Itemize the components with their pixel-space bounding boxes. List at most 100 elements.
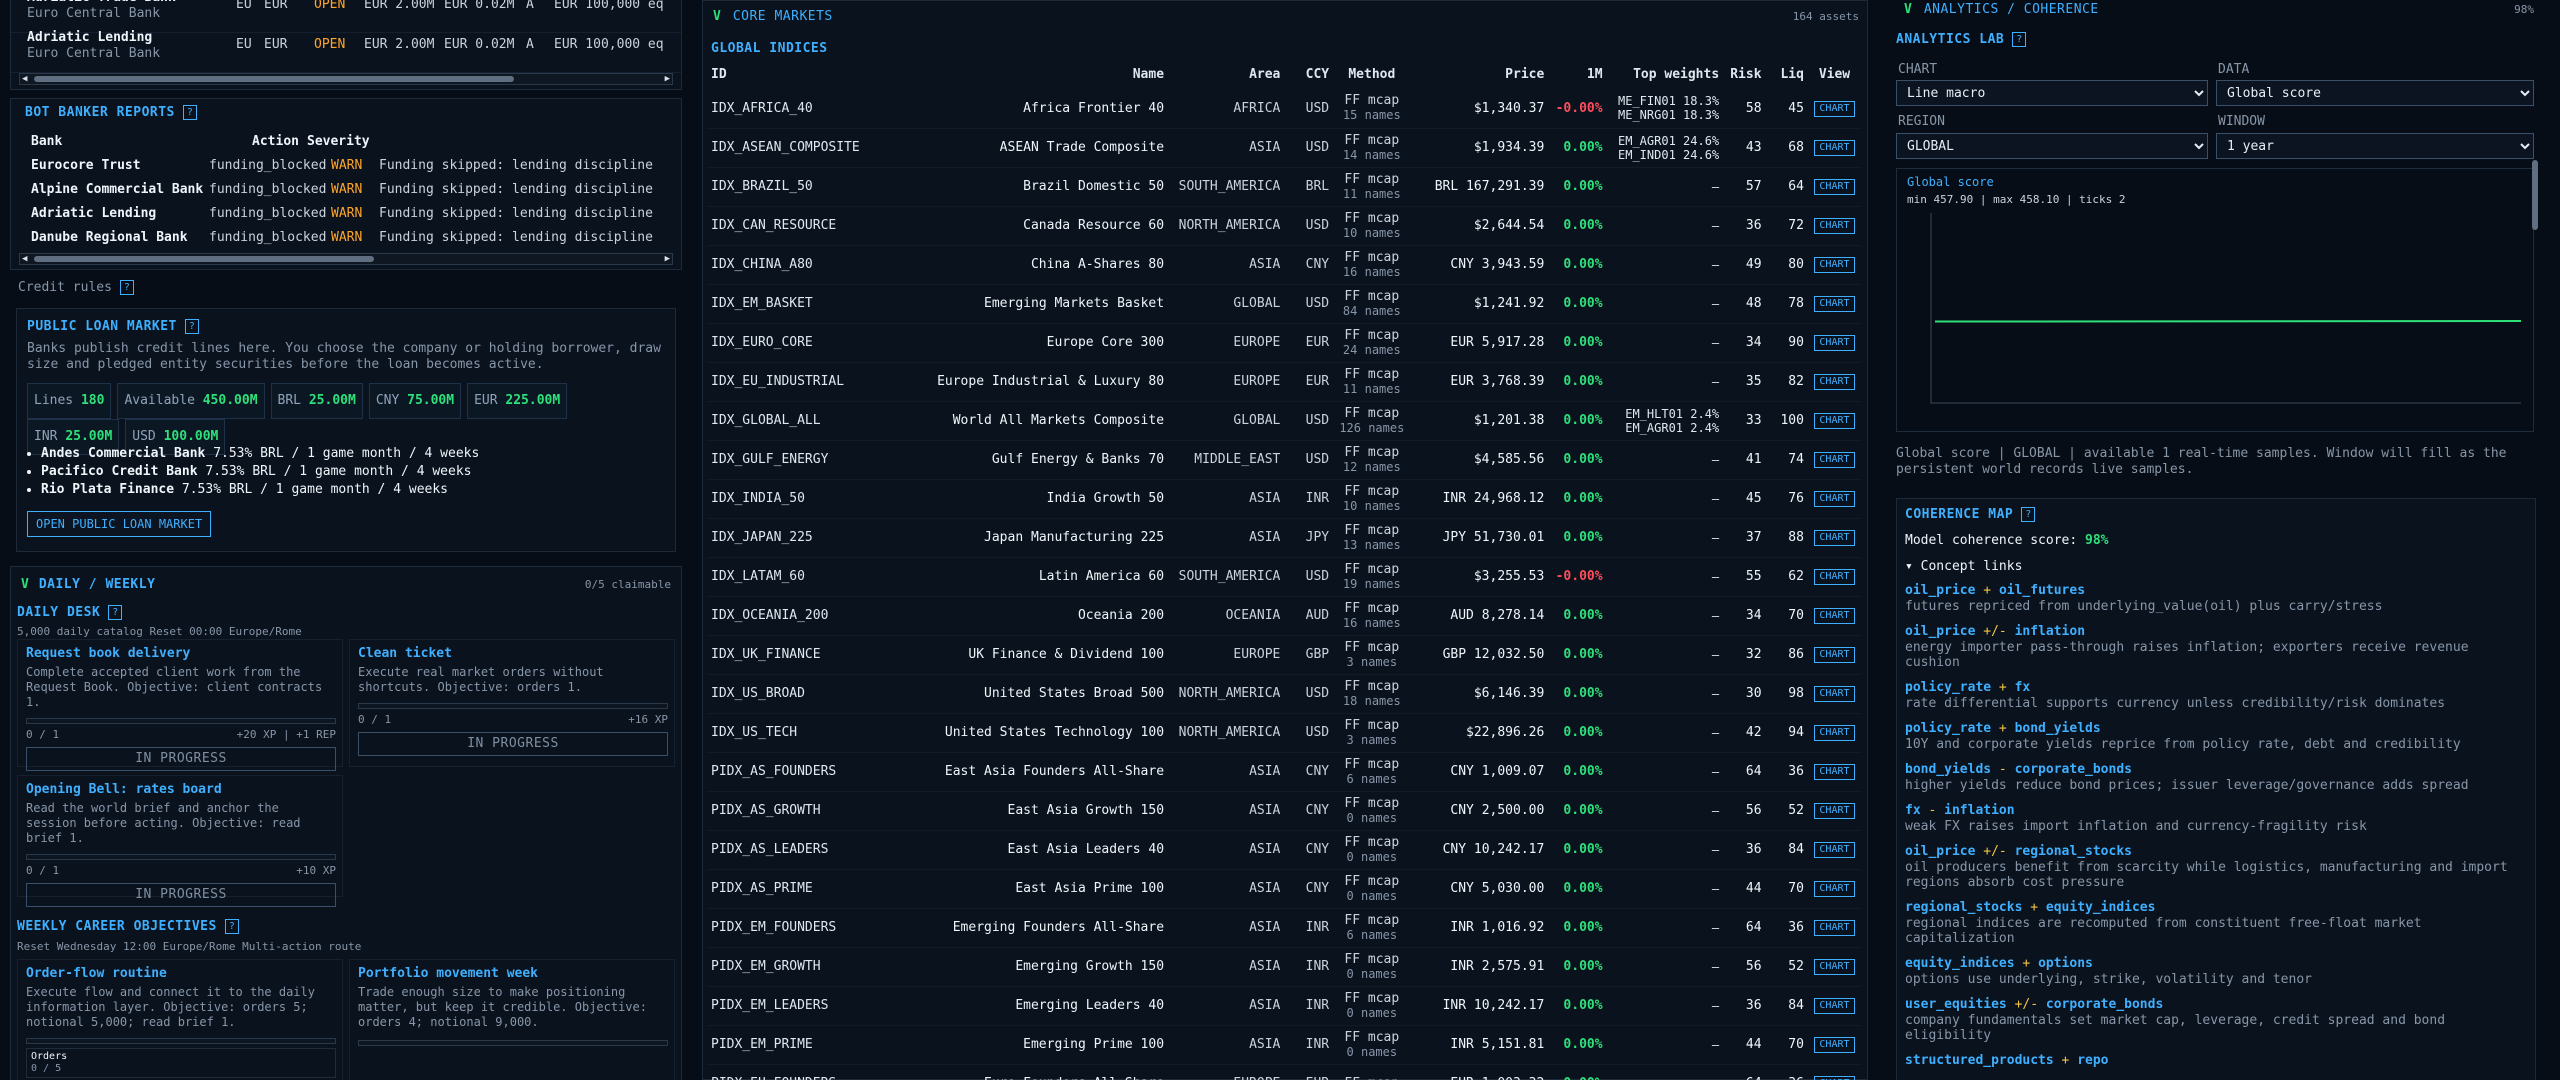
horizontal-scrollbar[interactable]: ◀ ▶ xyxy=(19,73,673,85)
col-header[interactable]: Price xyxy=(1411,59,1549,89)
index-row[interactable]: IDX_ASEAN_COMPOSITE ASEAN Trade Composite… xyxy=(707,128,1861,168)
col-header[interactable]: Method xyxy=(1333,59,1410,89)
chart-button[interactable]: CHART xyxy=(1814,257,1855,273)
chart-button[interactable]: CHART xyxy=(1814,335,1855,351)
index-row[interactable]: PIDX_EU_FOUNDERSEuro Founders All-ShareE… xyxy=(707,1064,1861,1080)
vertical-scrollbar[interactable] xyxy=(2532,160,2538,230)
index-row[interactable]: IDX_US_BROAD United States Broad 500 NORTH… xyxy=(707,674,1861,714)
collapse-toggle[interactable]: V xyxy=(1904,2,1912,17)
region-select[interactable]: GLOBAL xyxy=(1896,133,2208,159)
index-row[interactable]: IDX_AFRICA_40 Africa Frontier 40 AFRICA USD… xyxy=(707,89,1861,129)
chart-button[interactable]: CHART xyxy=(1814,686,1855,702)
status-button[interactable]: IN PROGRESS xyxy=(358,732,668,756)
concept-link[interactable]: bond_yields - corporate_bonds higher yiel… xyxy=(1905,762,2527,793)
chart-button[interactable]: CHART xyxy=(1814,374,1855,390)
chart-button[interactable]: CHART xyxy=(1814,218,1855,234)
col-header[interactable]: Area xyxy=(1168,59,1284,89)
bank-line-row[interactable]: Adriatic Lending Euro Central Bank EU EUR OP… xyxy=(11,30,681,73)
chart-button[interactable]: CHART xyxy=(1814,530,1855,546)
help-icon[interactable]: ? xyxy=(182,105,197,120)
window-select[interactable]: 1 year xyxy=(2216,133,2534,159)
index-row[interactable]: IDX_US_TECH United States Technology 100 N… xyxy=(707,713,1861,753)
concept-link[interactable]: oil_price +/- inflation energy importer p… xyxy=(1905,624,2527,670)
help-icon[interactable]: ? xyxy=(119,280,134,295)
col-header[interactable]: Risk xyxy=(1723,59,1765,89)
collapse-toggle[interactable]: V xyxy=(713,9,721,24)
loan-offer[interactable]: Rio Plata Finance 7.53% BRL / 1 game mon… xyxy=(41,481,479,499)
concept-link[interactable]: equity_indices + options options use unde… xyxy=(1905,956,2527,987)
chart-button[interactable]: CHART xyxy=(1814,569,1855,585)
chart-button[interactable]: CHART xyxy=(1814,803,1855,819)
concept-link[interactable]: policy_rate + bond_yields 10Y and corpora… xyxy=(1905,721,2527,752)
status-button[interactable]: IN PROGRESS xyxy=(26,883,336,907)
index-row[interactable]: PIDX_EM_GROWTH Emerging Growth 150 ASIA INR… xyxy=(707,947,1861,987)
chart-button[interactable]: CHART xyxy=(1814,881,1855,897)
concept-link[interactable]: fx - inflation weak FX raises import infl… xyxy=(1905,803,2527,834)
col-header[interactable]: 1M xyxy=(1548,59,1606,89)
col-header[interactable]: Top weights xyxy=(1607,59,1724,89)
concept-link[interactable]: oil_price + oil_futures futures repriced … xyxy=(1905,583,2527,614)
chart-button[interactable]: CHART xyxy=(1814,998,1855,1014)
index-row[interactable]: IDX_JAPAN_225 Japan Manufacturing 225 ASIA… xyxy=(707,518,1861,558)
help-icon[interactable]: ? xyxy=(108,605,123,620)
chart-button[interactable]: CHART xyxy=(1814,764,1855,780)
chart-button[interactable]: CHART xyxy=(1814,100,1855,117)
chart-button[interactable]: CHART xyxy=(1814,920,1855,936)
chart-button[interactable]: CHART xyxy=(1814,1037,1855,1053)
col-header[interactable]: View xyxy=(1808,59,1861,89)
chart-button[interactable]: CHART xyxy=(1814,491,1855,507)
index-row[interactable]: PIDX_AS_LEADERS East Asia Leaders 40 ASIA C… xyxy=(707,830,1861,870)
chart-button[interactable]: CHART xyxy=(1814,608,1855,624)
index-row[interactable]: PIDX_EM_LEADERS Emerging Leaders 40 ASIA IN… xyxy=(707,986,1861,1026)
chart-button[interactable]: CHART xyxy=(1814,452,1855,468)
concept-links-toggle[interactable]: ▾ Concept links xyxy=(1905,559,2022,574)
index-row[interactable]: IDX_UK_FINANCE UK Finance & Dividend 100 E… xyxy=(707,635,1861,675)
col-header[interactable]: CCY xyxy=(1284,59,1333,89)
chart-select[interactable]: Line macro xyxy=(1896,80,2208,106)
help-icon[interactable]: ? xyxy=(2021,507,2036,522)
chart-button[interactable]: CHART xyxy=(1814,140,1855,156)
loan-offer[interactable]: Pacifico Credit Bank 7.53% BRL / 1 game … xyxy=(41,463,479,481)
index-row[interactable]: IDX_EM_BASKET Emerging Markets Basket GLOB… xyxy=(707,284,1861,324)
index-row[interactable]: IDX_CAN_RESOURCE Canada Resource 60 NORTH_… xyxy=(707,206,1861,246)
chart-button[interactable]: CHART xyxy=(1814,296,1855,312)
index-row[interactable]: IDX_EU_INDUSTRIAL Europe Industrial & Lux… xyxy=(707,362,1861,402)
index-row[interactable]: PIDX_AS_GROWTH East Asia Growth 150 ASIA CN… xyxy=(707,791,1861,831)
chart-button[interactable]: CHART xyxy=(1814,413,1855,429)
chart-button[interactable]: CHART xyxy=(1814,1076,1855,1080)
chart-button[interactable]: CHART xyxy=(1814,959,1855,975)
chart-button[interactable]: CHART xyxy=(1814,647,1855,663)
index-row[interactable]: IDX_LATAM_60 Latin America 60 SOUTH_AMERIC… xyxy=(707,557,1861,597)
col-header[interactable]: ID xyxy=(707,59,919,89)
concept-link[interactable]: user_equities +/- corporate_bonds company… xyxy=(1905,997,2527,1043)
help-icon[interactable]: ? xyxy=(184,319,199,334)
concept-link[interactable]: regional_stocks + equity_indices regional… xyxy=(1905,900,2527,946)
index-row[interactable]: IDX_CHINA_A80 China A-Shares 80 ASIA CNY FF … xyxy=(707,245,1861,285)
index-row[interactable]: PIDX_AS_PRIME East Asia Prime 100 ASIA CNY F… xyxy=(707,869,1861,909)
col-header[interactable]: Name xyxy=(919,59,1168,89)
open-loan-market-button[interactable]: OPEN PUBLIC LOAN MARKET xyxy=(27,511,212,537)
chart-button[interactable]: CHART xyxy=(1814,179,1855,195)
concept-link[interactable]: policy_rate + fx rate differential suppor… xyxy=(1905,680,2527,711)
index-row[interactable]: PIDX_EM_PRIME Emerging Prime 100 ASIA INR FF… xyxy=(707,1025,1861,1065)
help-icon[interactable]: ? xyxy=(224,919,239,934)
bank-line-row[interactable]: Adriatic Trade BankEuro Central BankEUEU… xyxy=(11,0,681,33)
index-row[interactable]: IDX_GULF_ENERGY Gulf Energy & Banks 70 MID… xyxy=(707,440,1861,480)
index-row[interactable]: IDX_INDIA_50 India Growth 50 ASIA INR FF mca… xyxy=(707,479,1861,519)
index-row[interactable]: IDX_BRAZIL_50 Brazil Domestic 50 SOUTH_AME… xyxy=(707,167,1861,207)
horizontal-scrollbar[interactable]: ◀ ▶ xyxy=(19,253,673,265)
index-row[interactable]: IDX_EURO_CORE Europe Core 300 EUROPE EUR FF … xyxy=(707,323,1861,363)
help-icon[interactable]: ? xyxy=(2012,32,2027,47)
collapse-toggle[interactable]: V xyxy=(21,577,29,592)
credit-rules-toggle[interactable]: Credit rules? xyxy=(18,280,134,295)
index-row[interactable]: IDX_OCEANIA_200 Oceania 200 OCEANIA AUD FF m… xyxy=(707,596,1861,636)
index-row[interactable]: PIDX_AS_FOUNDERS East Asia Founders All-S… xyxy=(707,752,1861,792)
loan-offer[interactable]: Andes Commercial Bank 7.53% BRL / 1 game… xyxy=(41,445,479,463)
concept-link[interactable]: oil_price +/- regional_stocks oil produce… xyxy=(1905,844,2527,890)
status-button[interactable]: IN PROGRESS xyxy=(26,747,336,771)
col-header[interactable]: Liq xyxy=(1766,59,1808,89)
chart-button[interactable]: CHART xyxy=(1814,842,1855,858)
concept-link[interactable]: structured_products + repo xyxy=(1905,1053,2527,1068)
chart-button[interactable]: CHART xyxy=(1814,725,1855,741)
data-select[interactable]: Global score xyxy=(2216,80,2534,106)
